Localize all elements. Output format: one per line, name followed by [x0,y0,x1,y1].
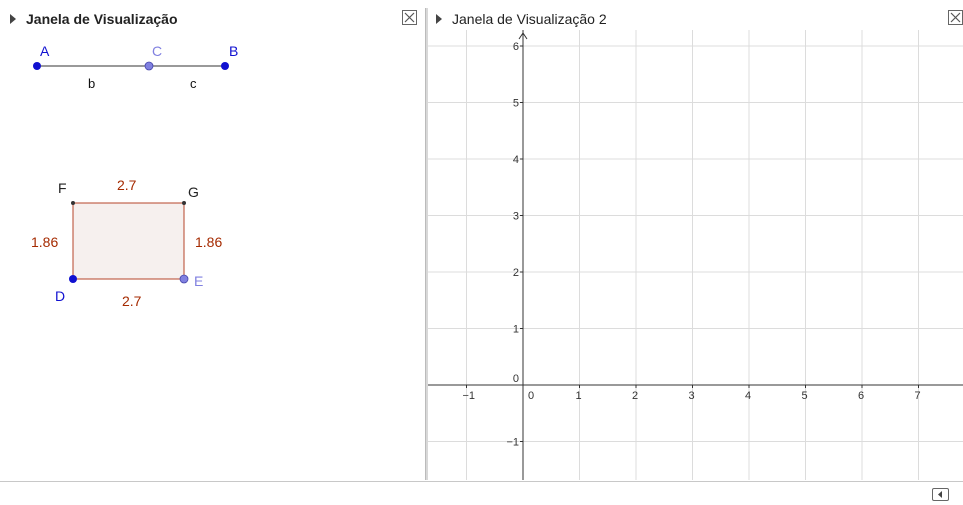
y-tick-label: 3 [513,211,519,223]
y-tick-label: −1 [506,437,519,449]
triangle-right-icon[interactable] [10,14,16,24]
label-a: A [40,43,50,59]
x-tick-label: −1 [463,390,476,402]
point-e[interactable] [179,274,189,284]
y-tick-label: 2 [513,267,519,279]
polygon-defg[interactable] [72,202,185,280]
y-tick-label: 1 [513,324,519,336]
point-c[interactable] [144,61,154,71]
measure-left: 1.86 [31,234,58,250]
label-c: C [152,43,162,59]
axes [428,30,963,480]
label-d: D [55,288,65,304]
point-d[interactable] [69,275,77,283]
panel-title-left: Janela de Visualização [26,11,178,27]
grid [428,30,963,480]
y-tick-label: 6 [513,41,519,53]
point-a[interactable] [33,62,41,70]
measure-bottom: 2.7 [122,293,142,309]
label-e: E [194,273,203,289]
x-tick-label: 2 [632,390,638,402]
keyboard-icon[interactable] [932,488,949,501]
x-tick-label: 7 [915,390,921,402]
label-b: B [229,43,238,59]
graphics-view-2[interactable]: −1 0 1 2 3 4 5 6 7 6 5 4 3 2 1 0 −1 [428,30,963,480]
x-tick-label: 1 [576,390,582,402]
x-tick-label: 5 [802,390,808,402]
measure-top: 2.7 [117,177,137,193]
graphics-view-1[interactable]: A C B b c F G D E 2.7 2.7 1.86 1.86 [0,30,424,480]
panel-title-right: Janela de Visualização 2 [452,11,607,27]
y-tick-label: 5 [513,98,519,110]
x-tick-label: 4 [745,390,751,402]
label-segment-b: b [88,76,95,91]
measure-right: 1.86 [195,234,222,250]
point-g[interactable] [182,201,186,205]
x-tick-label: 3 [689,390,695,402]
close-icon[interactable] [948,10,963,25]
y-tick-label: 4 [513,154,519,166]
point-f[interactable] [71,201,75,205]
point-b[interactable] [221,62,229,70]
panel-header-right[interactable]: Janela de Visualização 2 [436,8,607,30]
label-f: F [58,180,67,196]
x-tick-label: 6 [858,390,864,402]
triangle-right-icon[interactable] [436,14,442,24]
input-bar[interactable] [0,481,963,505]
y-tick-label: 0 [513,373,519,385]
label-segment-c: c [190,76,197,91]
close-icon[interactable] [402,10,417,25]
panel-header-left[interactable]: Janela de Visualização [10,8,178,30]
label-g: G [188,184,199,200]
x-tick-label: 0 [528,390,534,402]
